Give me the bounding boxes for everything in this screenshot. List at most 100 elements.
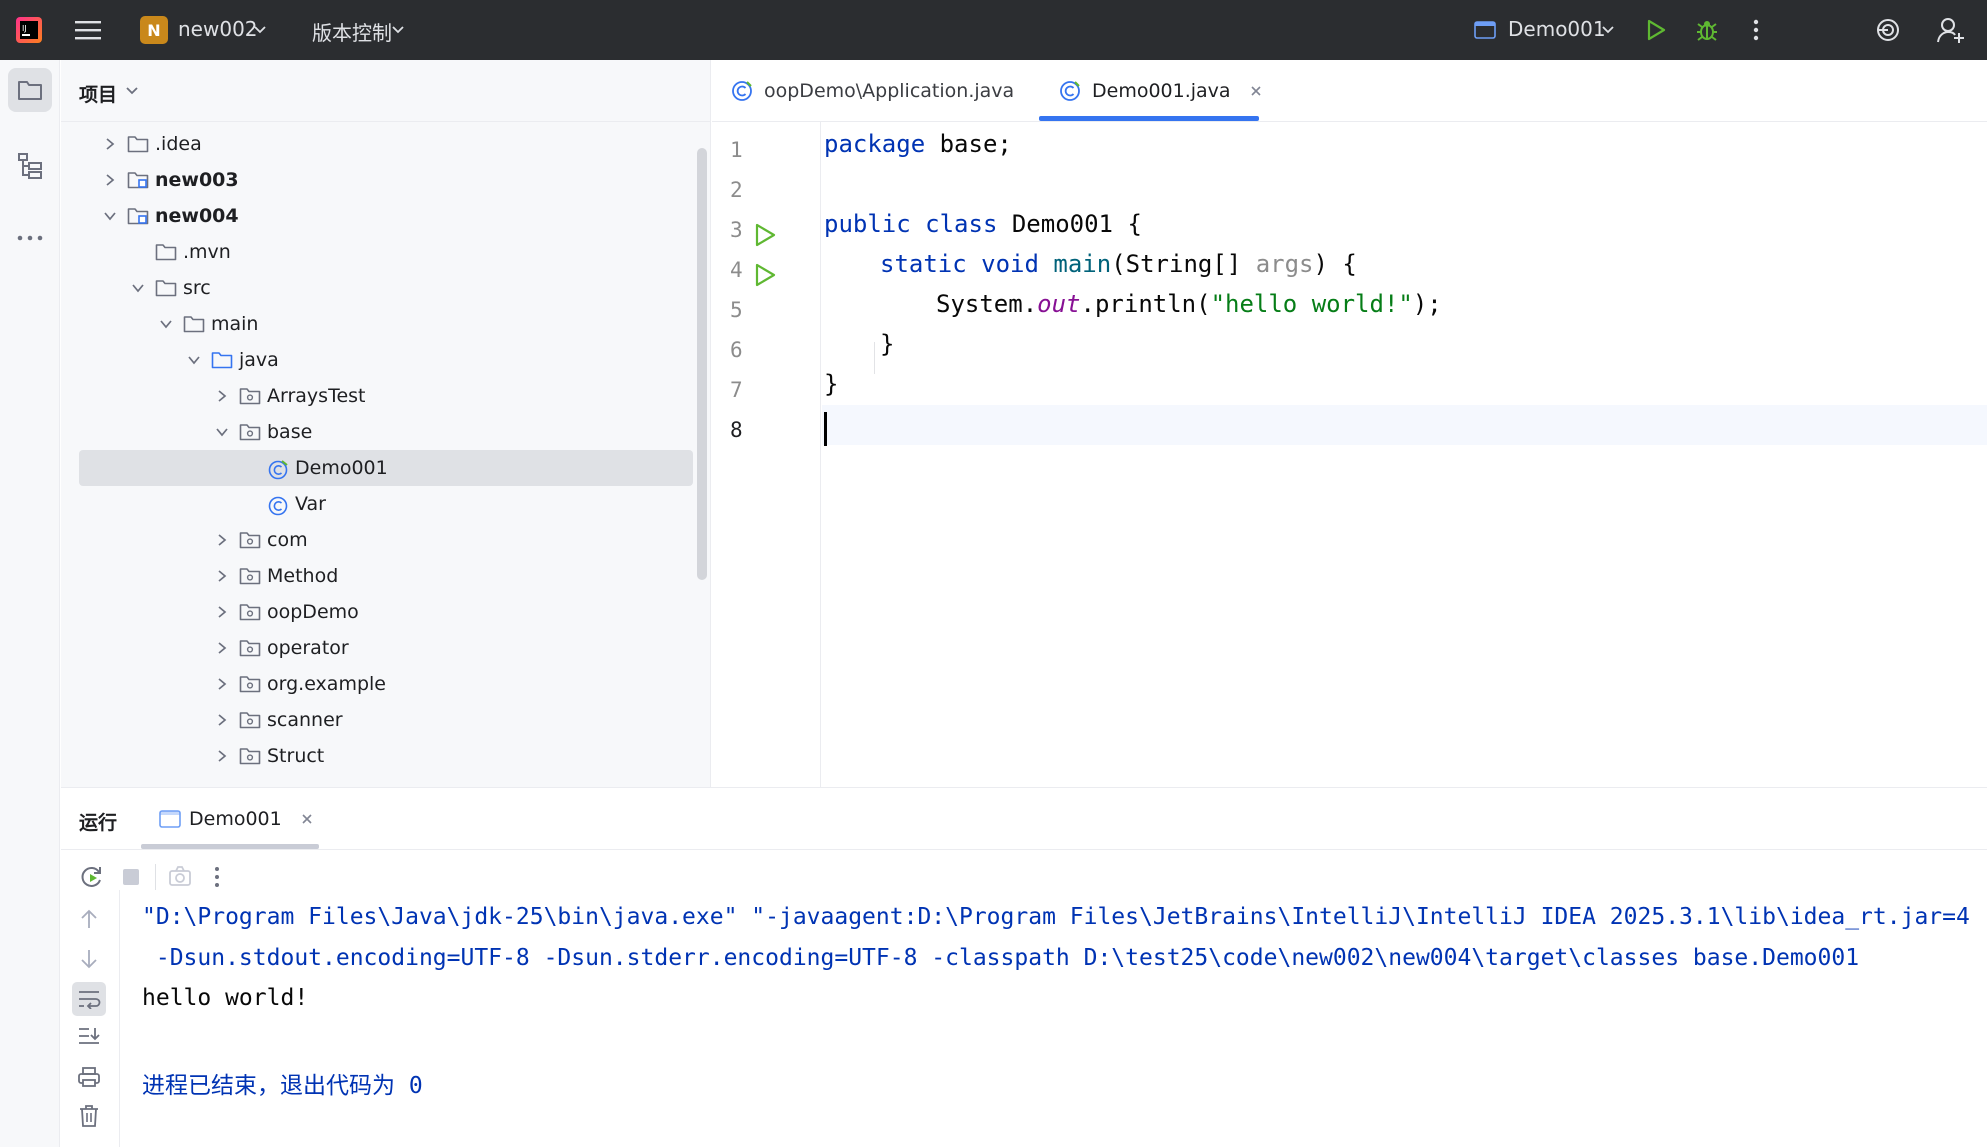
project-scrollbar[interactable]	[697, 148, 707, 580]
tree-item-var[interactable]: Var	[61, 486, 701, 522]
string-token: "hello world!"	[1210, 290, 1413, 318]
package-icon	[239, 531, 261, 549]
code-editor[interactable]: package base; public class Demo001 { sta…	[712, 122, 1987, 787]
vcs-menu[interactable]: 版本控制	[312, 17, 392, 46]
tab-demo001-java[interactable]: Demo001.java	[1058, 60, 1263, 122]
chevron-down-icon[interactable]	[390, 22, 406, 38]
tree-item-main[interactable]: main	[61, 306, 701, 342]
code-line-4: static void main(String[] args) {	[880, 250, 1357, 278]
tree-item-java[interactable]: java	[61, 342, 701, 378]
run-icon[interactable]	[1644, 18, 1668, 42]
chevron-right-icon[interactable]	[101, 135, 119, 153]
tree-item-arraystest[interactable]: ArraysTest	[61, 378, 701, 414]
rerun-icon[interactable]	[79, 864, 105, 890]
tree-item-operator[interactable]: operator	[61, 630, 701, 666]
tree-item-label: com	[267, 529, 308, 551]
tree-item-label: new004	[155, 205, 239, 227]
chevron-right-icon[interactable]	[213, 603, 231, 621]
chevron-right-icon[interactable]	[101, 171, 119, 189]
tree-item-new003[interactable]: new003	[61, 162, 701, 198]
project-badge[interactable]: N	[140, 16, 168, 44]
run-config-selector[interactable]: Demo001	[1508, 17, 1606, 41]
module-folder-icon	[127, 171, 149, 189]
toolbar-separator	[155, 864, 156, 890]
tree-item-label: .mvn	[183, 241, 231, 263]
more-actions-icon[interactable]	[214, 866, 220, 888]
tree-item-label: .idea	[155, 133, 202, 155]
add-user-icon[interactable]	[1936, 15, 1966, 45]
code-token: ) {	[1313, 250, 1357, 278]
folder-icon	[183, 315, 205, 333]
chevron-down-icon[interactable]	[1600, 22, 1616, 38]
chevron-down-icon[interactable]	[101, 207, 119, 225]
tree-item-scanner[interactable]: scanner	[61, 702, 701, 738]
structure-tool-button[interactable]	[8, 144, 52, 188]
java-class-icon	[1060, 81, 1080, 101]
print-icon[interactable]	[77, 1066, 101, 1088]
chevron-right-icon[interactable]	[213, 675, 231, 693]
intellij-logo-icon[interactable]: IJ	[16, 17, 42, 43]
folder-icon	[18, 81, 42, 100]
chevron-right-icon[interactable]	[213, 711, 231, 729]
java-class-icon	[267, 495, 289, 516]
camera-icon[interactable]	[168, 865, 192, 887]
chevron-right-icon[interactable]	[213, 567, 231, 585]
chevron-down-icon[interactable]	[157, 315, 175, 333]
tree-item-label: Struct	[267, 745, 325, 767]
console-line: "D:\Program Files\Java\jdk-25\bin\java.e…	[142, 904, 1970, 930]
active-tab-indicator	[141, 844, 319, 849]
soft-wrap-button[interactable]	[72, 982, 106, 1016]
main-menu-icon[interactable]	[74, 18, 102, 42]
tree-item-demo001[interactable]: Demo001	[79, 450, 693, 486]
trash-icon[interactable]	[78, 1104, 100, 1128]
chevron-down-icon[interactable]	[213, 423, 231, 441]
run-tab-demo001[interactable]: Demo001	[159, 788, 314, 850]
project-tool-button[interactable]	[8, 68, 52, 112]
run-config-icon[interactable]	[1474, 20, 1496, 40]
run-tab-label: Demo001	[189, 808, 282, 830]
arrow-down-icon[interactable]	[79, 948, 99, 970]
tree-item-label: main	[211, 313, 259, 335]
tree-item-base[interactable]: base	[61, 414, 701, 450]
tree-item-method[interactable]: Method	[61, 558, 701, 594]
active-tab-indicator	[1039, 116, 1259, 121]
chevron-right-icon[interactable]	[213, 531, 231, 549]
project-panel-header: 项目	[61, 60, 711, 122]
tree-item-idea[interactable]: .idea	[61, 126, 701, 162]
java-class-icon	[732, 81, 752, 101]
chevron-right-icon[interactable]	[213, 639, 231, 657]
tree-item-label: java	[239, 349, 279, 371]
close-icon[interactable]	[1249, 84, 1263, 98]
tree-item-oopdemo[interactable]: oopDemo	[61, 594, 701, 630]
project-name[interactable]: new002	[178, 17, 258, 41]
arrow-up-icon[interactable]	[79, 908, 99, 930]
tab-label: oopDemo\Application.java	[764, 80, 1015, 102]
tree-item-new004[interactable]: new004	[61, 198, 701, 234]
stop-icon[interactable]	[121, 867, 141, 887]
tree-item-org-example[interactable]: org.example	[61, 666, 701, 702]
more-tools-button[interactable]	[8, 216, 52, 260]
more-actions-icon[interactable]	[1746, 18, 1766, 42]
console-line: hello world!	[142, 985, 309, 1011]
chevron-down-icon[interactable]	[185, 351, 203, 369]
tree-item-src[interactable]: src	[61, 270, 701, 306]
debug-icon[interactable]	[1694, 17, 1720, 43]
tab-application-java[interactable]: oopDemo\Application.java	[730, 60, 1014, 122]
ai-assistant-icon[interactable]	[1874, 16, 1902, 44]
chevron-right-icon[interactable]	[213, 747, 231, 765]
tree-item-struct[interactable]: Struct	[61, 738, 701, 774]
folder-icon	[155, 279, 177, 297]
project-panel-title[interactable]: 项目	[79, 80, 117, 107]
chevron-down-icon[interactable]	[252, 22, 268, 38]
tree-item-mvn[interactable]: .mvn	[61, 234, 701, 270]
chevron-down-icon[interactable]	[129, 279, 147, 297]
close-icon[interactable]	[300, 812, 314, 826]
scroll-to-end-icon[interactable]	[77, 1026, 101, 1048]
tree-item-label: ArraysTest	[267, 385, 366, 407]
tree-item-com[interactable]: com	[61, 522, 701, 558]
chevron-right-icon[interactable]	[213, 387, 231, 405]
field-token: out	[1037, 290, 1081, 318]
chevron-down-icon[interactable]	[125, 86, 139, 96]
console-output[interactable]: "D:\Program Files\Java\jdk-25\bin\java.e…	[121, 890, 1987, 1147]
